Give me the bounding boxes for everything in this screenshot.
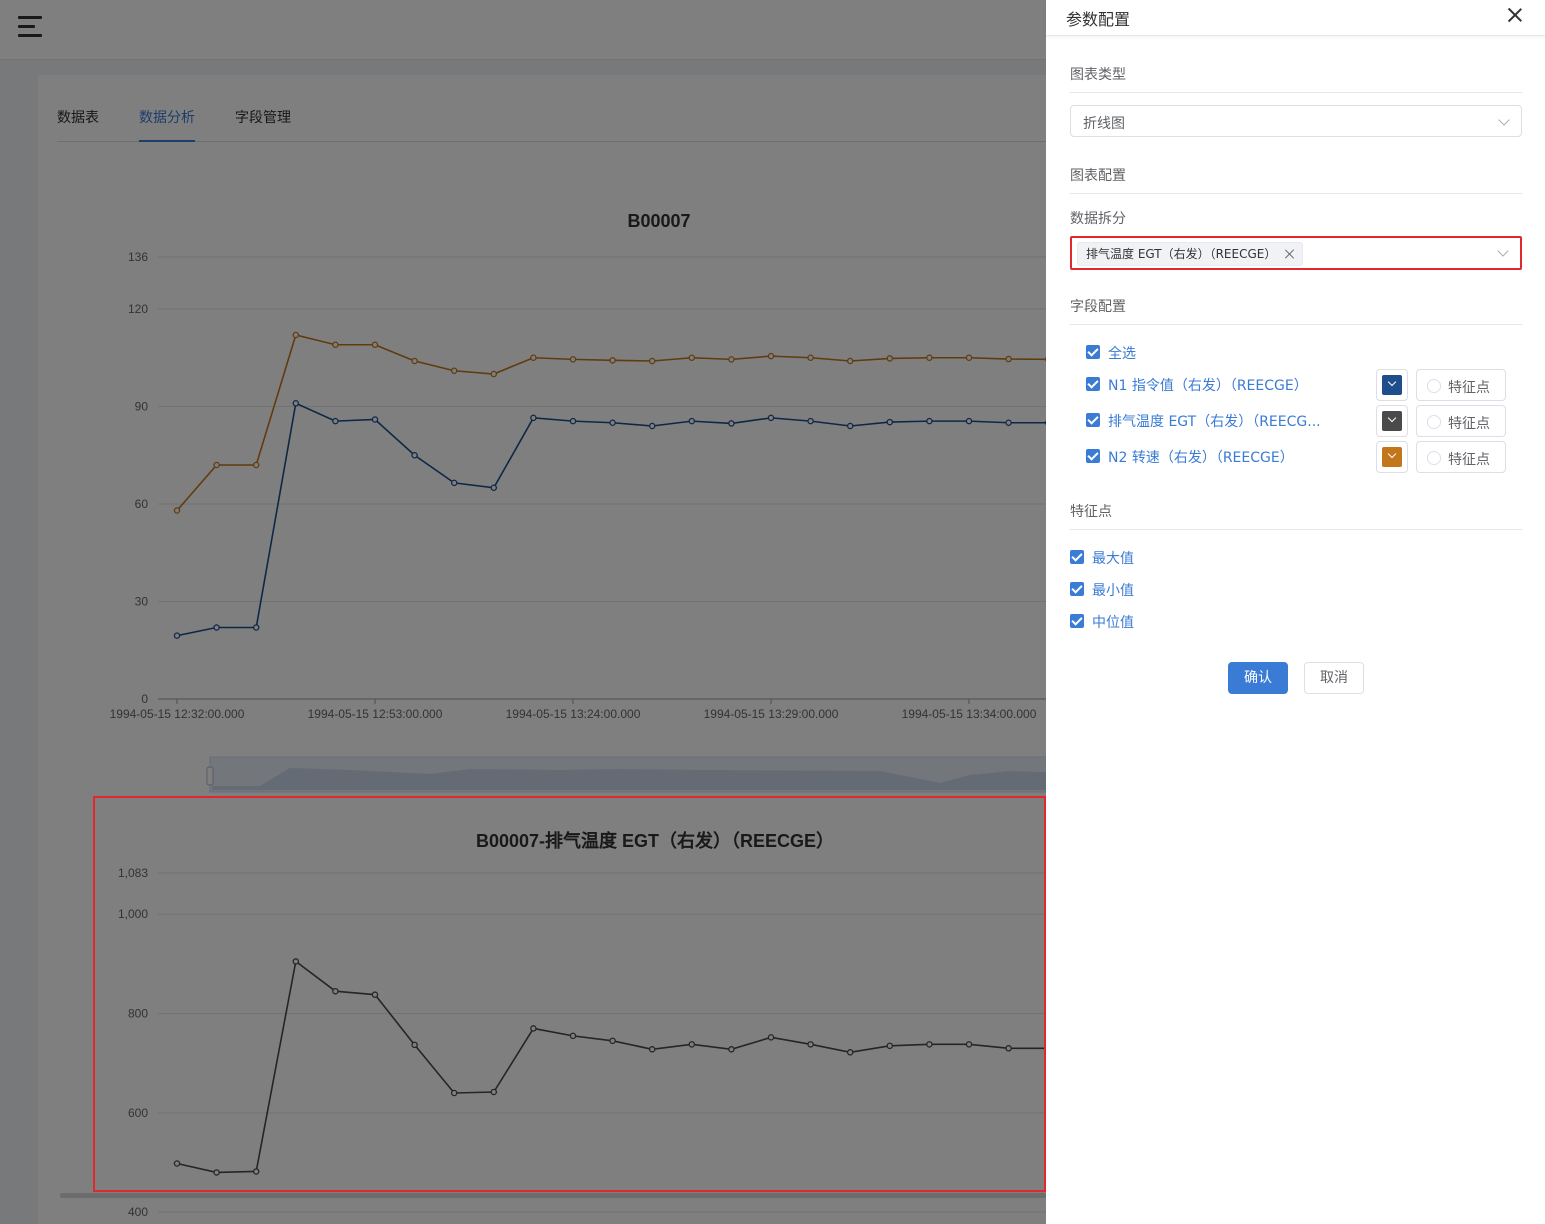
feature-point-radio-n1[interactable]: 特征点 <box>1416 369 1506 401</box>
checkbox-checked-icon <box>1086 449 1100 463</box>
feature-median-label: 中位值 <box>1092 615 1134 631</box>
section-feature-points: 特征点 <box>1070 501 1522 530</box>
select-all-label: 全选 <box>1108 346 1136 362</box>
field-label: N2 转速（右发）（REECGE） <box>1108 450 1294 466</box>
tag-close-icon[interactable] <box>1284 248 1296 260</box>
feature-point-label: 特征点 <box>1448 380 1490 396</box>
chevron-down-icon <box>1497 245 1509 257</box>
feature-point-label: 特征点 <box>1448 416 1490 432</box>
drawer-header: 参数配置 <box>1046 0 1545 36</box>
field-label: 排气温度 EGT（右发）（REECG... <box>1108 414 1321 430</box>
param-config-drawer: 参数配置 图表类型 折线图 图表配置 数据拆分 排气温度 EGT（右发）（REE… <box>1046 0 1545 1224</box>
feature-point-label: 特征点 <box>1448 452 1490 468</box>
checkbox-checked-icon <box>1070 582 1084 596</box>
checkbox-checked-icon <box>1070 614 1084 628</box>
drawer-title: 参数配置 <box>1066 10 1131 29</box>
feature-point-radio-egt[interactable]: 特征点 <box>1416 405 1506 437</box>
feature-point-radio-n2[interactable]: 特征点 <box>1416 441 1506 473</box>
cancel-button[interactable]: 取消 <box>1304 662 1364 694</box>
checkbox-checked-icon <box>1086 377 1100 391</box>
section-chart-type: 图表类型 <box>1070 64 1522 93</box>
radio-icon <box>1427 451 1441 465</box>
color-picker-n1[interactable] <box>1376 369 1408 401</box>
checkbox-checked-icon <box>1086 413 1100 427</box>
radio-icon <box>1427 415 1441 429</box>
color-swatch <box>1382 375 1402 395</box>
feature-max-label: 最大值 <box>1092 551 1134 567</box>
data-split-label: 数据拆分 <box>1070 211 1126 227</box>
confirm-button[interactable]: 确认 <box>1228 662 1288 694</box>
checkbox-checked-icon <box>1086 345 1100 359</box>
color-picker-egt[interactable] <box>1376 405 1408 437</box>
field-label: N1 指令值（右发）（REECGE） <box>1108 378 1308 394</box>
chart-type-select[interactable]: 折线图 <box>1070 105 1522 137</box>
section-chart-config: 图表配置 <box>1070 165 1522 194</box>
radio-icon <box>1427 379 1441 393</box>
feature-min-label: 最小值 <box>1092 583 1134 599</box>
data-split-tag-label: 排气温度 EGT（右发）（REECGE） <box>1086 247 1277 261</box>
color-swatch <box>1382 411 1402 431</box>
close-icon[interactable] <box>1507 7 1523 23</box>
color-swatch <box>1382 447 1402 467</box>
checkbox-checked-icon <box>1070 550 1084 564</box>
chevron-down-icon <box>1498 114 1510 126</box>
data-split-select[interactable]: 排气温度 EGT（右发）（REECGE） <box>1070 236 1522 270</box>
color-picker-n2[interactable] <box>1376 441 1408 473</box>
data-split-tag: 排气温度 EGT（右发）（REECGE） <box>1077 242 1304 266</box>
highlight-box <box>93 796 1046 1192</box>
section-field-config: 字段配置 <box>1070 296 1522 325</box>
chart-type-value: 折线图 <box>1083 116 1125 132</box>
